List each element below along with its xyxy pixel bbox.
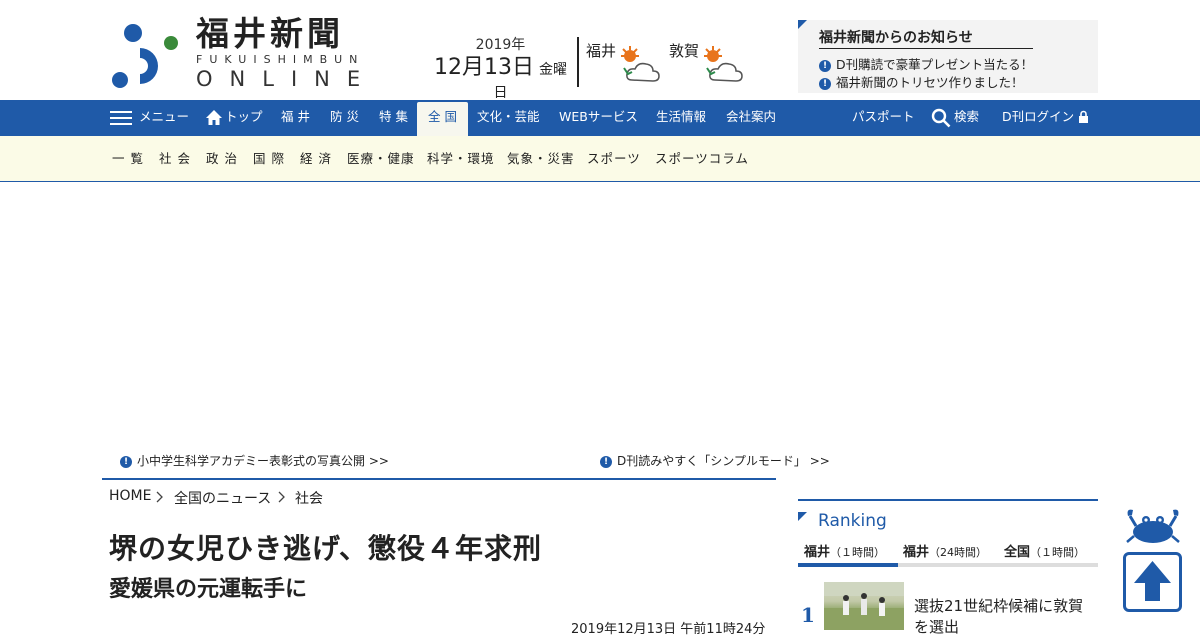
back-to-top-button[interactable]	[1123, 552, 1182, 612]
subnav-item[interactable]: 経 済	[300, 136, 332, 182]
article-date: 2019年12月13日 午前11時24分	[571, 622, 766, 637]
ranking-tab-name: 全国	[1004, 545, 1031, 560]
crab-mascot-icon[interactable]	[1124, 506, 1182, 546]
ranking-tab-fukui-1h[interactable]: 福井（１時間）	[804, 541, 885, 560]
hamburger-icon[interactable]	[110, 111, 132, 126]
ranking-title: Ranking	[818, 511, 887, 531]
nav-item-zenkoku[interactable]: 全 国	[417, 102, 468, 136]
nav-item-tokushu[interactable]: 特 集	[379, 100, 408, 136]
nav-menu[interactable]: メニュー	[139, 100, 189, 136]
notice-item[interactable]: ! 福井新聞のトリセツ作りました！	[819, 72, 1024, 91]
main-nav: メニュー トップ 福 井 防 災 特 集 全 国 文化・芸能 WEBサービス 生…	[0, 100, 1200, 136]
ranking-tab-fukui-24h[interactable]: 福井（24時間）	[903, 541, 987, 560]
date-year: 2019年	[475, 37, 526, 53]
breadcrumb-home[interactable]: HOME	[109, 488, 151, 504]
article-subhead: 愛媛県の元運転手に	[109, 577, 308, 602]
ranking-tab-period: （１時間）	[830, 546, 886, 559]
ranking-tab-name: 福井	[804, 545, 831, 560]
ranking-tab-period: （１時間）	[1030, 546, 1086, 559]
subnav-item[interactable]: スポーツ	[587, 136, 641, 182]
nav-item-web[interactable]: WEBサービス	[559, 100, 638, 136]
date-divider	[577, 37, 579, 87]
date-day: 12月13日	[433, 55, 534, 80]
info-icon: !	[600, 455, 612, 468]
notice-corner	[798, 20, 807, 29]
promo-link-left[interactable]: ! 小中学生科学アカデミー表彰式の写真公開 >>	[120, 452, 389, 469]
ranking-top-line	[798, 499, 1098, 501]
nav-item-fukui[interactable]: 福 井	[281, 100, 310, 136]
sun-cloud-icon	[621, 46, 660, 82]
ranking-item-text[interactable]: 選抜21世紀枠候補に敦賀を選出	[914, 596, 1098, 638]
logo-online: ONLINE	[196, 67, 378, 91]
date-display: 2019年 12月13日 金曜日	[428, 36, 573, 102]
subnav-item[interactable]: 気象・災害	[507, 136, 575, 182]
ranking-corner	[798, 512, 807, 521]
info-icon: !	[819, 77, 831, 90]
nav-search[interactable]: 検索	[931, 100, 979, 136]
site-header: 福井新聞 FUKUISHIMBUN ONLINE 2019年 12月13日 金曜…	[0, 0, 1200, 102]
nav-item-seikatsu[interactable]: 生活情報	[656, 100, 706, 136]
breadcrumb-zenkoku[interactable]: 全国のニュース	[174, 488, 271, 508]
arrow-up-icon	[1134, 561, 1171, 601]
weather-fukui[interactable]: 福井	[586, 40, 666, 90]
notice-title: 福井新聞からのお知らせ	[819, 27, 1033, 49]
ranking-tab-name: 福井	[903, 545, 930, 560]
ranking-tab-period: （24時間）	[929, 546, 988, 559]
ranking-tab-indicator	[798, 563, 898, 567]
subnav-item[interactable]: 国 際	[253, 136, 285, 182]
subnav-item[interactable]: 社 会	[159, 136, 191, 182]
info-icon: !	[819, 59, 831, 72]
ranking-thumbnail[interactable]	[824, 582, 904, 630]
nav-item-kaisha[interactable]: 会社案内	[726, 100, 776, 136]
weather-city: 敦賀	[669, 42, 700, 60]
promo-left-text: 小中学生科学アカデミー表彰式の写真公開 >>	[137, 454, 389, 468]
logo-jp: 福井新聞	[196, 14, 344, 53]
logo-mark-icon[interactable]	[110, 18, 180, 92]
home-icon	[206, 110, 222, 125]
breadcrumb-shakai[interactable]: 社会	[295, 488, 323, 508]
site-logo[interactable]: 福井新聞 FUKUISHIMBUN ONLINE	[196, 14, 377, 92]
nav-search-label: 検索	[954, 109, 980, 124]
article-headline: 堺の女児ひき逃げ、懲役４年求刑	[109, 532, 543, 565]
sub-nav: 一 覧 社 会 政 治 国 際 経 済 医療・健康 科学・環境 気象・災害 スポ…	[0, 136, 1200, 182]
notice-item-text: D刊購読で豪華プレゼント当たる！	[836, 57, 1034, 72]
ranking-number: 1	[801, 603, 815, 627]
subnav-item[interactable]: 一 覧	[112, 136, 144, 182]
nav-login-label: D刊ログイン	[1002, 109, 1075, 124]
lock-icon	[1079, 110, 1089, 123]
nav-top-label: トップ	[225, 109, 263, 124]
notice-item-text: 福井新聞のトリセツ作りました！	[836, 75, 1024, 90]
nav-item-bunka[interactable]: 文化・芸能	[477, 100, 540, 136]
weather-city: 福井	[586, 42, 617, 60]
chevron-right-icon	[156, 491, 163, 503]
promo-link-right[interactable]: ! D刊読みやすく「シンプルモード」 >>	[600, 452, 830, 469]
chevron-right-icon	[278, 491, 285, 503]
nav-login[interactable]: D刊ログイン	[1002, 100, 1089, 136]
notice-box: 福井新聞からのお知らせ ! D刊購読で豪華プレゼント当たる！ ! 福井新聞のトリセツ…	[798, 20, 1098, 93]
notice-item[interactable]: ! D刊購読で豪華プレゼント当たる！	[819, 54, 1033, 73]
weather-tsuruga[interactable]: 敦賀	[669, 40, 749, 90]
search-icon	[931, 108, 951, 127]
subnav-item[interactable]: 政 治	[206, 136, 238, 182]
promo-right-text: D刊読みやすく「シンプルモード」 >>	[617, 454, 830, 468]
baseball-photo-icon	[824, 582, 904, 630]
sun-cloud-icon	[704, 46, 743, 82]
logo-roman: FUKUISHIMBUN	[196, 53, 365, 66]
nav-item-bousai[interactable]: 防 災	[330, 100, 359, 136]
subnav-item[interactable]: 科学・環境	[427, 136, 495, 182]
ranking-tab-zenkoku-1h[interactable]: 全国（１時間）	[1004, 541, 1085, 560]
ranking-tab-bar	[798, 563, 1098, 567]
divider-line	[102, 478, 776, 480]
info-icon: !	[120, 455, 132, 468]
subnav-item[interactable]: スポーツコラム	[655, 136, 749, 182]
subnav-item[interactable]: 医療・健康	[347, 136, 415, 182]
nav-top[interactable]: トップ	[205, 100, 263, 136]
nav-passport[interactable]: パスポート	[852, 100, 915, 136]
